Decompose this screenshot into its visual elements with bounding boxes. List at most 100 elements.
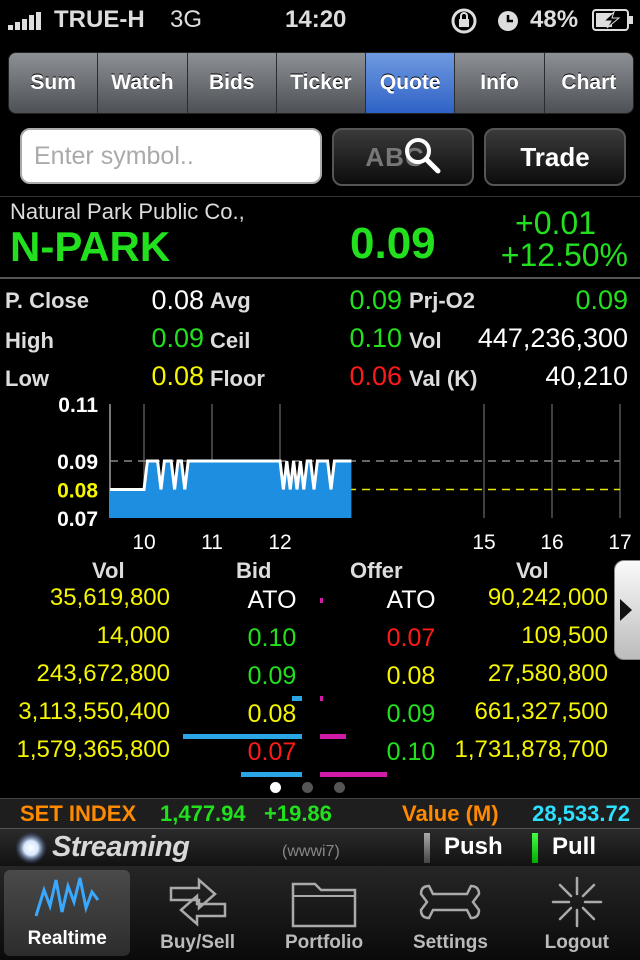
company-name: Natural Park Public Co.,	[10, 199, 245, 224]
next-page-button[interactable]	[614, 560, 640, 660]
chart-x-tick-label: 10	[132, 531, 155, 554]
bottom-tab-realtime[interactable]: Realtime	[4, 870, 131, 956]
offer-depth-bar	[320, 772, 387, 777]
portfolio-icon	[291, 882, 357, 928]
vol-value: 447,236,300	[477, 323, 628, 353]
alarm-clock-icon	[498, 11, 518, 31]
prev-close-label: P. Close	[5, 288, 89, 313]
tab-ticker[interactable]: Ticker	[277, 53, 367, 113]
bid-header: Bid	[236, 558, 272, 583]
tab-watch[interactable]: Watch	[98, 53, 188, 113]
stock-symbol: N-PARK	[10, 223, 171, 270]
streaming-logo: Streaming	[52, 831, 190, 863]
push-button[interactable]: Push	[444, 833, 503, 861]
stock-header: Natural Park Public Co., N-PARK 0.09 +0.…	[0, 196, 640, 279]
prj-label: Prj-O2	[409, 288, 476, 313]
battery-charging-icon	[592, 9, 633, 31]
floor-label: Floor	[210, 366, 265, 391]
last-price: 0.09	[350, 219, 436, 268]
page-dot[interactable]	[334, 782, 345, 793]
chart-y-tick-label: 0.07	[57, 508, 98, 531]
offer-volume: 109,500	[521, 622, 608, 649]
bottom-tab-bar: Realtime Buy/Sell Portfolio Settings Log…	[0, 866, 640, 960]
buy-sell-icon	[169, 877, 226, 927]
push-indicator	[424, 833, 430, 863]
bottom-tab-logout[interactable]: Logout	[514, 866, 640, 960]
bid-volume: 1,579,365,800	[16, 736, 170, 763]
bid-price: 0.08	[247, 700, 297, 728]
bottom-tab-portfolio[interactable]: Portfolio	[261, 866, 387, 960]
offer-price: 0.08	[386, 662, 436, 690]
search-icon	[404, 138, 441, 174]
tab-sum[interactable]: Sum	[9, 53, 99, 113]
offer-volume: 27,580,800	[487, 660, 608, 687]
stats-grid: P. Close 0.08 Avg 0.09 Prj-O2 0.09 High …	[0, 280, 640, 392]
bid-price: 0.09	[247, 662, 297, 690]
bid-volume: 3,113,550,400	[18, 698, 170, 725]
chart-y-tick-label: 0.09	[57, 451, 98, 474]
prj-value: 0.09	[575, 285, 628, 315]
chart-y-tick-label: 0.08	[57, 480, 98, 503]
bottom-tab-label: Portfolio	[284, 932, 364, 953]
market-value-label: Value (M)	[402, 801, 499, 826]
trade-button[interactable]: Trade	[484, 128, 626, 186]
chevron-right-icon	[620, 599, 632, 621]
page-indicator	[270, 782, 370, 794]
bottom-tab-label: Logout	[544, 932, 609, 953]
bid-price: 0.07	[247, 738, 297, 766]
user-id: (wwwi7)	[282, 843, 340, 860]
offer-volume: 661,327,500	[474, 698, 608, 725]
pull-button[interactable]: Pull	[552, 833, 596, 861]
logout-icon	[551, 876, 603, 928]
market-value: 28,533.72	[532, 801, 630, 826]
tab-chart[interactable]: Chart	[545, 53, 633, 113]
battery-percent: 48%	[530, 6, 579, 33]
page-dot[interactable]	[302, 782, 313, 793]
streaming-bar: Streaming (wwwi7) Push Pull	[0, 828, 640, 868]
rotation-lock-icon	[451, 8, 477, 34]
set-index-change: +19.86	[264, 801, 332, 826]
val-label: Val (K)	[409, 366, 478, 391]
settings-icon	[420, 884, 481, 920]
offer-depth-bar	[320, 598, 323, 603]
carrier-name: TRUE-H	[54, 6, 145, 33]
bid-volume: 35,619,800	[49, 584, 170, 611]
page-dot[interactable]	[270, 782, 281, 793]
set-index-value: 1,477.94	[160, 801, 246, 826]
ceil-label: Ceil	[210, 328, 251, 353]
top-tab-bar: Sum Watch Bids Ticker Quote Info Chart	[8, 52, 634, 114]
vol-label: Vol	[409, 328, 442, 353]
high-value: 0.09	[151, 323, 204, 353]
offer-price: 0.09	[386, 700, 436, 728]
chart-x-tick-label: 12	[268, 531, 291, 554]
tab-info[interactable]: Info	[455, 53, 545, 113]
index-bar: SET INDEX 1,477.94 +19.86 Value (M) 28,5…	[0, 798, 640, 829]
clock: 14:20	[285, 6, 347, 33]
offer-price: ATO	[386, 586, 436, 614]
chart-x-tick-label: 11	[201, 531, 223, 554]
streaming-status-icon	[15, 832, 47, 864]
abc-search-button[interactable]: ABC	[332, 128, 474, 186]
intraday-chart[interactable]: 10 11 12 15 16 17 0.11 0.09 0.08 0.07	[0, 392, 640, 560]
symbol-input[interactable]	[20, 128, 322, 184]
order-book: Vol Bid Offer Vol 35,619,800 ATO ATO 90,242…	[0, 556, 640, 796]
bottom-tab-label: Settings	[412, 932, 488, 953]
price-change-percent: +12.50%	[500, 237, 628, 273]
bottom-tab-buy-sell[interactable]: Buy/Sell	[134, 866, 260, 960]
bid-volume-header: Vol	[92, 558, 125, 583]
prev-close-value: 0.08	[151, 285, 204, 315]
tab-quote[interactable]: Quote	[366, 53, 456, 113]
bid-price: 0.10	[247, 624, 297, 652]
bottom-tab-label: Realtime	[27, 928, 107, 949]
low-value: 0.08	[151, 361, 204, 391]
bottom-tab-settings[interactable]: Settings	[387, 866, 513, 960]
avg-label: Avg	[210, 288, 251, 313]
offer-volume-header: Vol	[516, 558, 549, 583]
bid-depth-bar	[241, 772, 302, 777]
offer-volume: 1,731,878,700	[454, 736, 608, 763]
bid-volume: 14,000	[96, 622, 170, 649]
tab-bids[interactable]: Bids	[188, 53, 277, 113]
chart-x-tick-label: 16	[540, 531, 563, 554]
signal-icon	[8, 12, 41, 30]
network-type: 3G	[170, 6, 203, 33]
